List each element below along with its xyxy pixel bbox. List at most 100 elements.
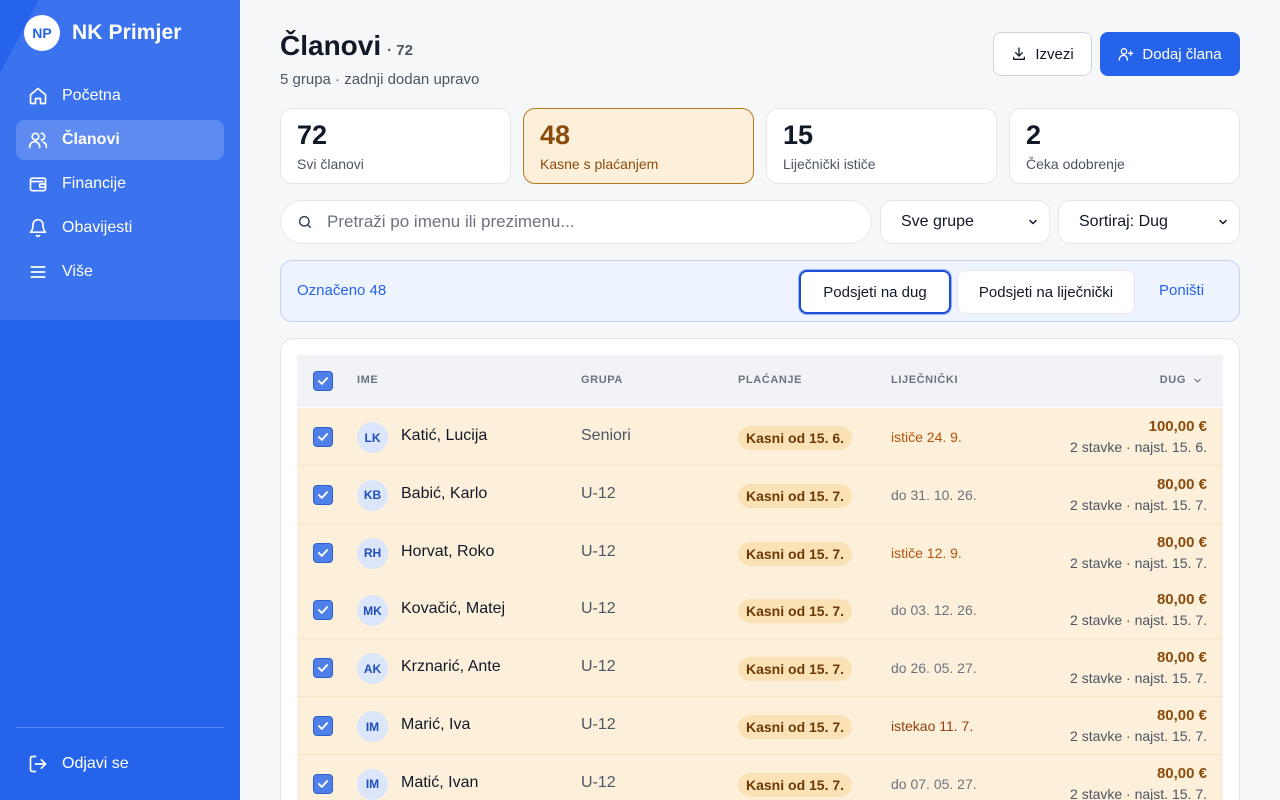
search-box [280, 200, 872, 244]
payment-status-badge: Kasni od 15. 7. [738, 715, 853, 739]
select-all-checkbox[interactable] [313, 371, 333, 391]
member-group: U-12 [581, 542, 616, 560]
table-row[interactable]: KB Babić, Karlo U-12 Kasni od 15. 7. do … [297, 465, 1223, 524]
sidebar-item-pocetna[interactable]: Početna [16, 76, 224, 116]
export-label: Izvezi [1035, 45, 1074, 63]
users-icon [28, 132, 48, 149]
check-icon [317, 722, 329, 730]
table-row[interactable]: IM Marić, Iva U-12 Kasni od 15. 7. istek… [297, 697, 1223, 755]
sidebar-item-obavijesti[interactable]: Obavijesti [16, 208, 224, 248]
stat-label: Čeka odobrenje [1026, 156, 1125, 172]
avatar: IM [357, 768, 388, 800]
row-checkbox[interactable] [313, 658, 333, 679]
stat-label: Svi članovi [297, 156, 364, 172]
search-input[interactable] [327, 212, 847, 232]
stat-card-all[interactable]: 72 Svi članovi [280, 108, 511, 184]
avatar: LK [357, 422, 388, 453]
row-checkbox[interactable] [313, 484, 333, 505]
debt-amount: 80,00 € [1156, 475, 1207, 493]
sidebar-item-label: Više [62, 263, 93, 280]
add-user-icon [1119, 48, 1134, 61]
medical-status: do 31. 10. 26. [891, 486, 977, 503]
brand-logo: NP [24, 15, 60, 51]
medical-status: ističe 12. 9. [891, 544, 962, 561]
table-row[interactable]: AK Krznarić, Ante U-12 Kasni od 15. 7. d… [297, 639, 1223, 698]
stat-card-medical[interactable]: 15 Liječnički ističe [766, 108, 997, 184]
remind-debt-button[interactable]: Podsjeti na dug [799, 270, 951, 314]
debt-cell: 80,00 € 2 stavke · najst. 15. 7. [1070, 476, 1207, 513]
table-row[interactable]: RH Horvat, Roko U-12 Kasni od 15. 7. ist… [297, 523, 1223, 582]
debt-amount: 80,00 € [1156, 591, 1207, 609]
member-name[interactable]: Marić, Iva [401, 716, 470, 734]
export-button[interactable]: Izvezi [993, 32, 1092, 76]
row-checkbox[interactable] [313, 427, 333, 447]
stat-card-pending[interactable]: 2 Čeka odobrenje [1009, 108, 1240, 184]
selected-count: Označeno 48 [297, 282, 387, 299]
payment-status-badge: Kasni od 15. 7. [738, 599, 853, 624]
brand-name: NK Primjer [72, 21, 182, 44]
check-icon [317, 779, 329, 788]
member-name[interactable]: Babić, Karlo [401, 485, 487, 503]
table-row[interactable]: IM Matić, Ivan U-12 Kasni od 15. 7. do 0… [297, 754, 1223, 800]
avatar: IM [357, 711, 388, 742]
column-header-name[interactable]: IME [357, 374, 378, 386]
row-checkbox[interactable] [313, 542, 333, 563]
member-name[interactable]: Katić, Lucija [401, 427, 487, 445]
debt-meta: 2 stavke · najst. 15. 7. [1070, 554, 1207, 571]
debt-meta: 2 stavke · najst. 15. 7. [1070, 670, 1207, 687]
logout-button[interactable]: Odjavi se [16, 744, 224, 784]
check-icon [317, 606, 329, 615]
member-group: U-12 [581, 484, 616, 502]
avatar: MK [357, 595, 388, 627]
sidebar-divider [16, 727, 224, 728]
member-name[interactable]: Horvat, Roko [401, 543, 494, 561]
debt-amount: 80,00 € [1156, 764, 1207, 782]
column-header-payment[interactable]: PLAĆANJE [738, 374, 802, 386]
members-table: IME GRUPA PLAĆANJE LIJEČNIČKI DUG LK Kat… [280, 338, 1240, 800]
column-header-medical[interactable]: LIJEČNIČKI [891, 374, 958, 386]
medical-status: do 26. 05. 27. [891, 660, 977, 677]
download-icon [1013, 47, 1026, 60]
member-group: U-12 [581, 600, 616, 618]
cancel-selection-button[interactable]: Poništi [1159, 282, 1204, 299]
group-filter-select[interactable]: Sve grupe [880, 200, 1050, 244]
table-row[interactable]: MK Kovačić, Matej U-12 Kasni od 15. 7. d… [297, 581, 1223, 640]
wallet-icon [29, 177, 47, 192]
column-header-group[interactable]: GRUPA [581, 374, 623, 386]
payment-status-badge: Kasni od 15. 6. [738, 426, 853, 450]
row-checkbox[interactable] [313, 600, 333, 621]
home-icon [29, 87, 47, 105]
debt-cell: 80,00 € 2 stavke · najst. 15. 7. [1070, 591, 1207, 628]
add-member-label: Dodaj člana [1142, 45, 1222, 63]
check-icon [317, 377, 329, 385]
sidebar-item-financije[interactable]: Financije [16, 164, 224, 204]
row-checkbox[interactable] [313, 716, 333, 736]
sidebar-item-clanovi[interactable]: Članovi [16, 120, 224, 160]
debt-amount: 100,00 € [1148, 418, 1207, 435]
member-name[interactable]: Kovačić, Matej [401, 600, 505, 618]
member-name[interactable]: Matić, Ivan [401, 774, 478, 792]
check-icon [317, 433, 329, 441]
sort-select[interactable]: Sortiraj: Dug [1058, 200, 1240, 244]
stat-label: Liječnički ističe [783, 156, 876, 172]
row-checkbox[interactable] [313, 773, 333, 794]
column-header-debt[interactable]: DUG [1160, 374, 1203, 386]
stat-card-overdue[interactable]: 48 Kasne s plaćanjem [523, 108, 754, 184]
table-row[interactable]: LK Katić, Lucija Seniori Kasni od 15. 6.… [297, 408, 1223, 466]
sidebar-item-vise[interactable]: Više [16, 252, 224, 292]
debt-meta: 2 stavke · najst. 15. 7. [1070, 496, 1207, 513]
remind-medical-button[interactable]: Podsjeti na liječnički [957, 270, 1135, 314]
debt-amount: 80,00 € [1156, 533, 1207, 551]
add-member-button[interactable]: Dodaj člana [1100, 32, 1240, 76]
debt-meta: 2 stavke · najst. 15. 7. [1070, 785, 1207, 800]
page-subtitle: 5 grupa · zadnji dodan upravo [280, 71, 480, 88]
table-header: IME GRUPA PLAĆANJE LIJEČNIČKI DUG [297, 355, 1223, 407]
brand[interactable]: NP NK Primjer [24, 15, 182, 51]
page-title-text: Članovi [280, 30, 382, 61]
sort-value: Sortiraj: Dug [1079, 213, 1168, 230]
stat-value: 15 [783, 120, 814, 150]
sidebar-nav: Početna Članovi Financije Obavijesti Viš… [16, 76, 224, 296]
stat-label: Kasne s plaćanjem [540, 156, 659, 172]
debt-cell: 100,00 € 2 stavke · najst. 15. 6. [1070, 418, 1207, 455]
member-name[interactable]: Krznarić, Ante [401, 658, 501, 676]
